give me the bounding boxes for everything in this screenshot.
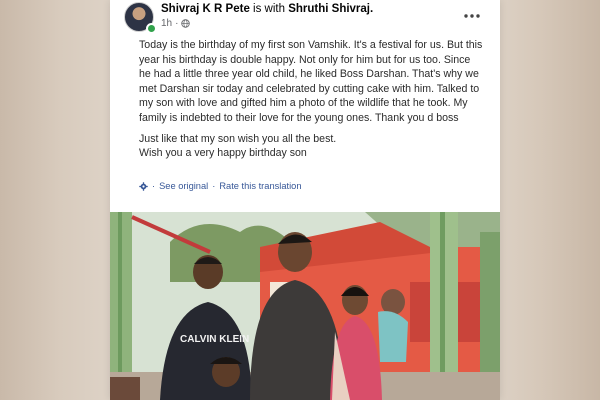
tagged-person-link[interactable]: Shruthi Shivraj. [288,3,373,15]
post-paragraph: Just like that my son wish you all the b… [139,132,337,145]
translation-separator: · [152,181,156,191]
post-timestamp[interactable]: 1h [161,18,172,29]
author-line: Shivraj K R Pete is with Shruthi Shivraj… [161,3,373,15]
translation-bar: · See original · Rate this translation [139,181,302,191]
shirt-text: CALVIN KLEIN [180,334,249,345]
meta-separator: · [175,18,179,29]
facebook-post: Shivraj K R Pete is with Shruthi Shivraj… [110,0,500,400]
gear-icon [139,181,148,191]
photo-scene: CALVIN KLEIN [110,212,500,400]
online-status-icon [146,23,157,34]
translation-separator: · [212,181,216,191]
with-text: is with [253,3,285,15]
post-photo[interactable]: CALVIN KLEIN [110,212,500,400]
post-meta: 1h · [161,18,191,29]
author-name-link[interactable]: Shivraj K R Pete [161,3,250,15]
more-horizontal-icon [464,14,480,18]
post-header: Shivraj K R Pete is with Shruthi Shivraj… [110,0,500,36]
rate-translation-link[interactable]: Rate this translation [219,181,301,191]
post-paragraph: Today is the birthday of my first son Va… [139,39,483,124]
see-original-link[interactable]: See original [159,181,208,191]
post-body: Today is the birthday of my first son Va… [139,38,484,167]
more-options-button[interactable] [464,6,480,22]
post-paragraph: Wish you a very happy birthday son [139,147,307,160]
globe-icon[interactable] [181,19,191,28]
